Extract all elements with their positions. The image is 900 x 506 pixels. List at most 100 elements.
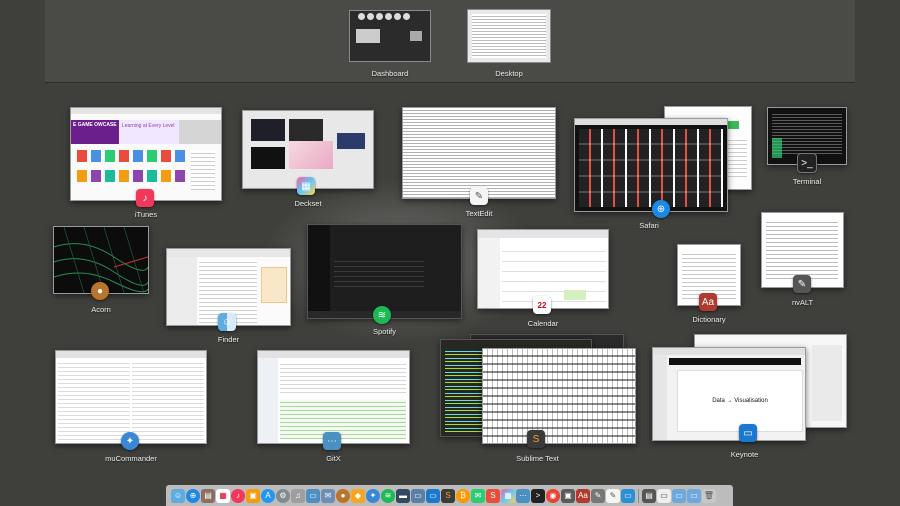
messages-dock-icon[interactable]: ✉	[471, 488, 485, 503]
folder-dock-icon[interactable]: ▭	[411, 488, 425, 503]
space-desktop[interactable]: Desktop	[467, 9, 551, 78]
nvalt-label: nvALT	[791, 298, 814, 307]
space-dashboard-label: Dashboard	[371, 69, 409, 78]
notes-dock-icon[interactable]: ▤	[201, 488, 215, 503]
window-finder[interactable]: ☺ Finder	[166, 248, 291, 344]
deckset-dock-icon[interactable]: ▦	[501, 488, 515, 503]
window-deckset[interactable]: ▦ Deckset	[242, 110, 374, 210]
document-stack-dock-icon[interactable]: ▭	[657, 488, 671, 503]
ibooks-dock-icon[interactable]: ▣	[246, 488, 260, 503]
space-dashboard[interactable]: Dashboard	[349, 10, 431, 78]
mucommander-dock-icon[interactable]: ✦	[366, 488, 380, 503]
activity-monitor-dock-icon[interactable]: ▣	[561, 488, 575, 503]
trash-dock-icon[interactable]: 🗑	[702, 488, 716, 503]
sublime-dock-icon[interactable]: S	[441, 488, 455, 503]
dashboard-thumbnail	[349, 10, 431, 62]
spotify-label: Spotify	[373, 327, 396, 336]
window-gitx[interactable]: ⋯ GitX	[257, 350, 410, 465]
window-itunes[interactable]: E GAME OWCASE Learning at Every Level ♪ …	[70, 107, 222, 220]
itunes-promo-text: Learning at Every Level	[119, 120, 179, 144]
nvalt-dock-icon[interactable]: ✎	[591, 488, 605, 503]
keynote-dock-icon[interactable]: ▭	[426, 488, 440, 503]
textedit-thumbnail	[402, 107, 556, 199]
documents-folder-dock-icon[interactable]: ▭	[687, 488, 701, 503]
sublime-app-icon: S	[527, 430, 545, 448]
window-acorn[interactable]: ● Acorn	[53, 226, 149, 316]
window-mucommander[interactable]: ✦ muCommander	[55, 350, 207, 465]
acorn-label: Acorn	[91, 305, 111, 314]
finder-app-icon: ☺	[218, 313, 236, 331]
terminal-label: Terminal	[792, 177, 822, 186]
mucommander-thumbnail	[55, 350, 207, 444]
desktop-thumbnail	[467, 9, 551, 63]
editor-dock-icon[interactable]: ▬	[396, 488, 410, 503]
keynote-app-icon: ▭	[739, 424, 757, 442]
itunes-thumbnail: E GAME OWCASE Learning at Every Level	[70, 107, 222, 201]
bitcoin-dock-icon[interactable]: ₿	[456, 488, 470, 503]
deckset-app-icon: ▦	[297, 177, 315, 195]
gitx-label: GitX	[326, 454, 341, 463]
sketch-dock-icon[interactable]: ◆	[351, 488, 365, 503]
calendar-dock-icon[interactable]: ▦	[216, 488, 230, 503]
textedit-app-icon: ✎	[470, 187, 488, 205]
space-desktop-label: Desktop	[495, 69, 523, 78]
system-preferences-dock-icon[interactable]: ⚙	[276, 488, 290, 503]
dock-separator	[638, 488, 639, 503]
gitx-thumbnail	[257, 350, 410, 444]
spotify-dock-icon[interactable]: ≋	[381, 488, 395, 503]
gitx-dock-icon[interactable]: ⋯	[516, 488, 530, 503]
spaces-bar	[45, 0, 855, 83]
dictionary-label: Dictionary	[692, 315, 726, 324]
spotify-app-icon: ≋	[373, 306, 391, 324]
nvalt-app-icon: ✎	[793, 275, 811, 293]
window-textedit[interactable]: ✎ TextEdit	[402, 107, 556, 219]
preview-dock-icon[interactable]: ▭	[306, 488, 320, 503]
itunes-dock-icon[interactable]: ♪	[231, 488, 245, 503]
downloads-stack-dock-icon[interactable]: ▤	[642, 488, 656, 503]
textedit-label: TextEdit	[465, 209, 493, 218]
dictionary-dock-icon[interactable]: Aa	[576, 488, 590, 503]
window-dictionary[interactable]: Aa Dictionary	[677, 244, 741, 324]
safari-dock-icon[interactable]: ⊕	[186, 488, 200, 503]
window-keynote[interactable]: Data → Visualisation ▭ Keynote	[652, 334, 847, 462]
safari-thumbnail	[574, 118, 728, 212]
calendar-label: Calendar	[527, 319, 559, 328]
dock: ☺ ⊕ ▤ ▦ ♪ ▣ A ⚙ ♫ ▭ ✉ ● ◆ ✦ ≋ ▬ ▭ ▭ S ₿ …	[166, 485, 733, 506]
window-safari[interactable]: ⊕ Safari	[574, 106, 752, 230]
sublime-front-thumbnail	[482, 348, 636, 444]
keynote-slide-title: Data → Visualisation	[677, 370, 803, 432]
window-calendar[interactable]: 22 Calendar	[477, 229, 609, 329]
finder-dock-icon[interactable]: ☺	[171, 488, 185, 503]
slack-dock-icon[interactable]: S	[486, 488, 500, 503]
acorn-app-icon: ●	[91, 282, 109, 300]
finder-label: Finder	[217, 335, 240, 344]
keynote-label: Keynote	[730, 450, 759, 459]
keynote-thumbnail: Data → Visualisation	[652, 347, 806, 441]
microphone-dock-icon[interactable]: ♫	[291, 488, 305, 503]
screen-sharing-dock-icon[interactable]: ▭	[621, 488, 635, 503]
window-terminal[interactable]: >_ Terminal	[767, 107, 847, 187]
window-sublime[interactable]: S Sublime Text	[440, 334, 636, 466]
dictionary-app-icon: Aa	[699, 293, 717, 311]
itunes-label: iTunes	[134, 210, 158, 219]
itunes-header-text: E GAME OWCASE	[71, 120, 119, 144]
textedit-dock-icon[interactable]: ✎	[606, 488, 620, 503]
chrome-dock-icon[interactable]: ◉	[546, 488, 560, 503]
deckset-label: Deckset	[294, 199, 322, 208]
terminal-app-icon: >_	[797, 153, 817, 173]
calendar-app-icon: 22	[533, 296, 551, 314]
terminal-dock-icon[interactable]: >	[531, 488, 545, 503]
gitx-app-icon: ⋯	[323, 432, 341, 450]
mucommander-label: muCommander	[105, 454, 157, 463]
window-nvalt[interactable]: ✎ nvALT	[761, 212, 844, 308]
mucommander-app-icon: ✦	[121, 432, 139, 450]
sublime-label: Sublime Text	[516, 454, 559, 463]
applications-folder-dock-icon[interactable]: ▭	[672, 488, 686, 503]
acorn-dock-icon[interactable]: ●	[336, 488, 350, 503]
mail-dock-icon[interactable]: ✉	[321, 488, 335, 503]
app-store-dock-icon[interactable]: A	[261, 488, 275, 503]
itunes-app-icon: ♪	[136, 189, 154, 207]
spotify-thumbnail	[307, 224, 462, 319]
safari-app-icon: ⊕	[652, 200, 670, 218]
window-spotify[interactable]: ≋ Spotify	[307, 224, 462, 336]
